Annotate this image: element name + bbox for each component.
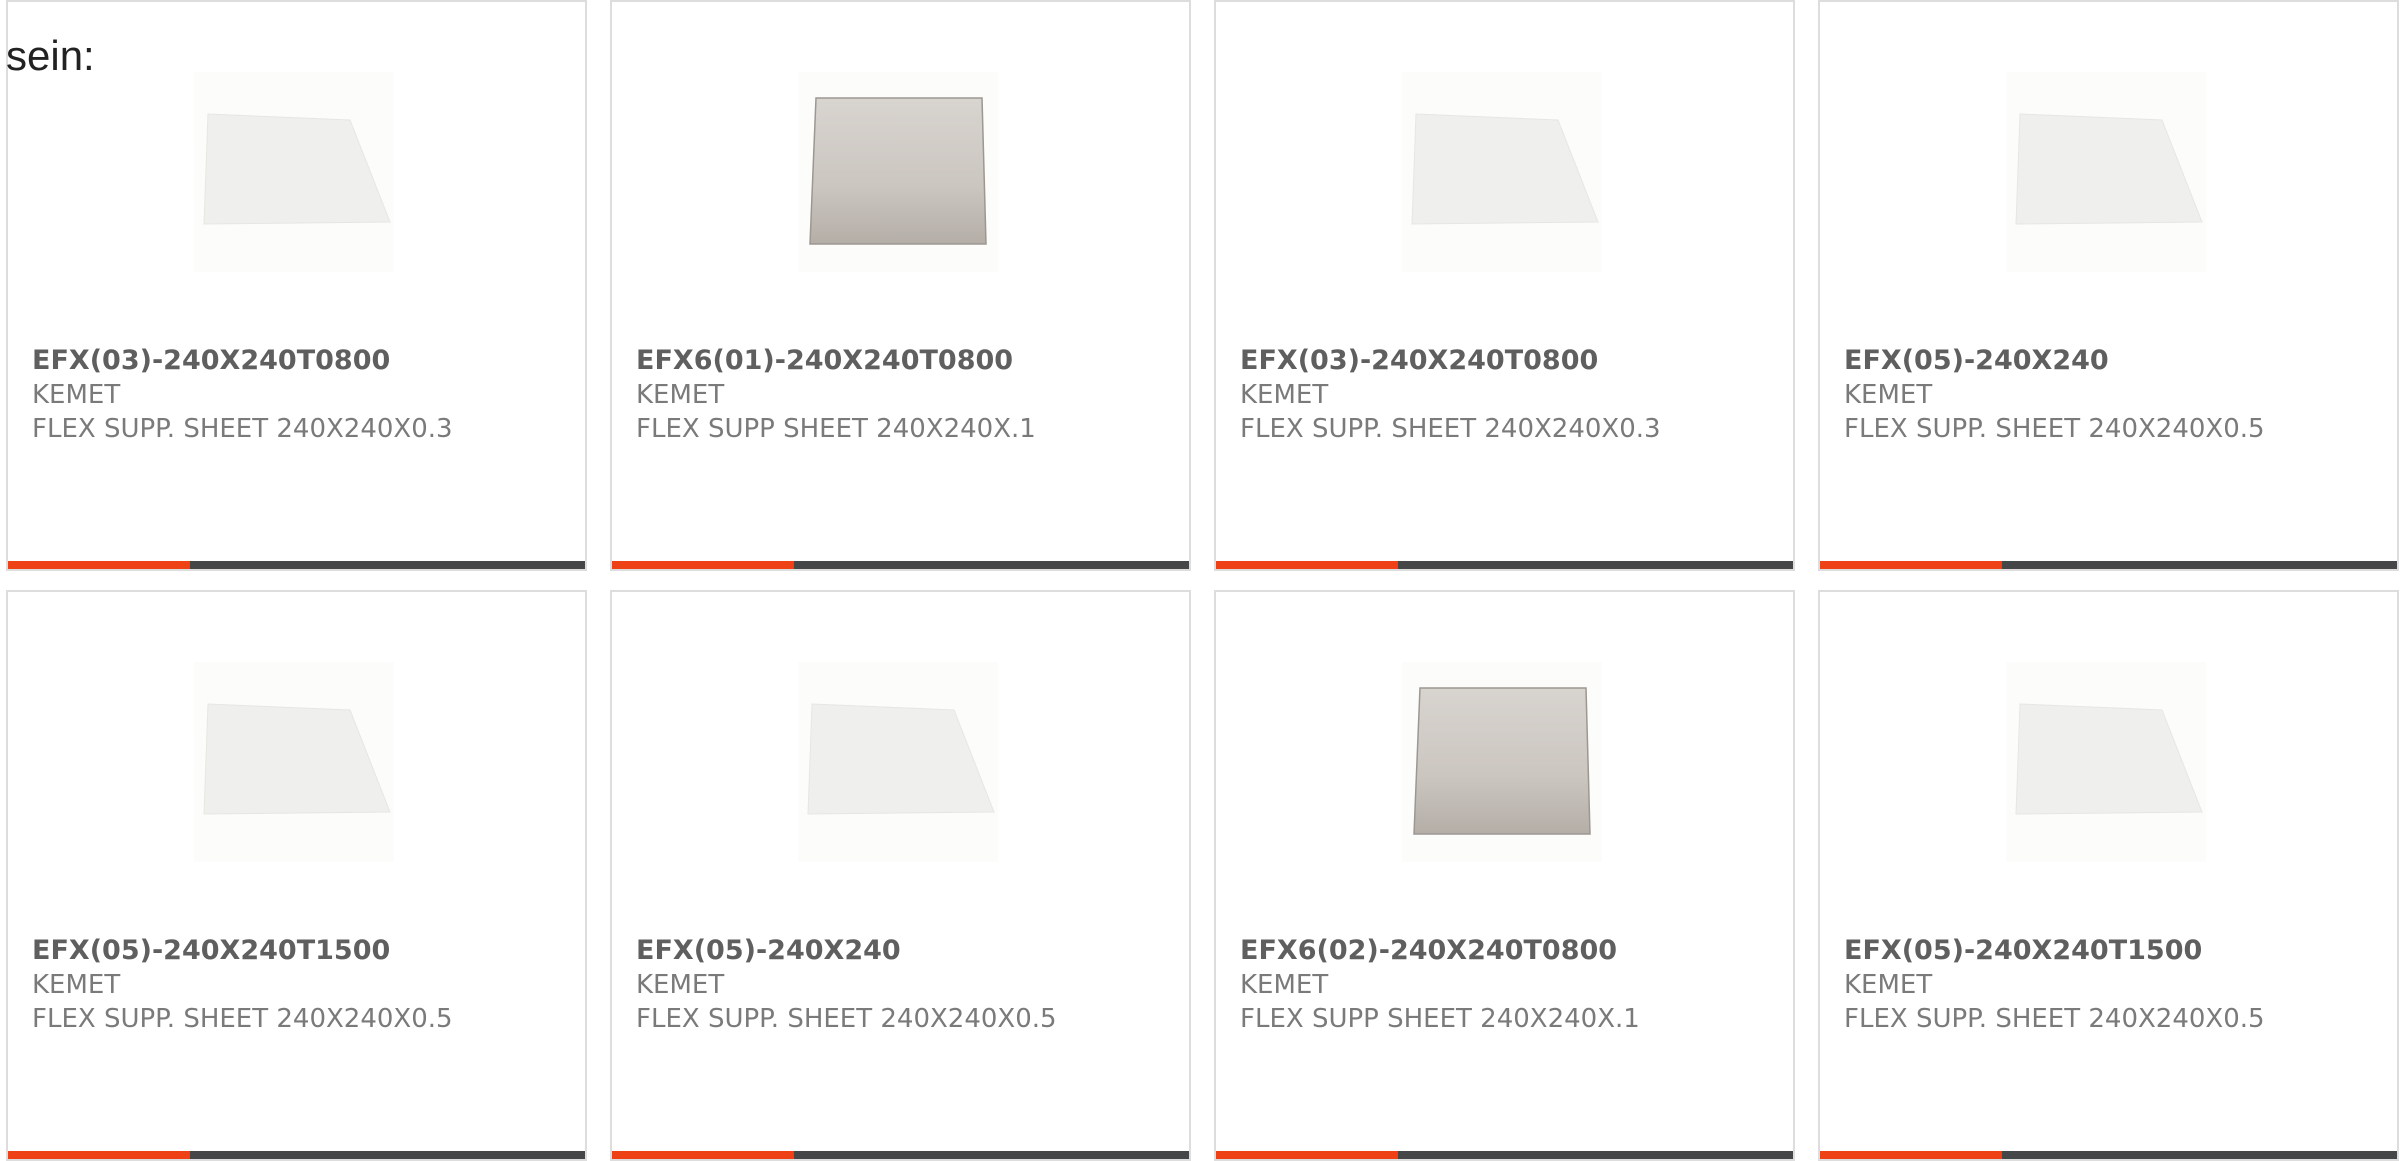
product-info: EFX6(01)-240X240T0800 KEMET FLEX SUPP SH… [636, 344, 1179, 446]
part-number[interactable]: EFX(03)-240X240T0800 [1240, 344, 1783, 378]
manufacturer: KEMET [636, 380, 725, 410]
manufacturer: KEMET [32, 380, 121, 410]
part-number[interactable]: EFX(05)-240X240 [636, 934, 1179, 968]
gray-flex-sheet-icon [809, 97, 987, 245]
white-flex-sheet-icon [1411, 113, 1599, 225]
card-footer-bar [612, 561, 1189, 569]
product-card[interactable]: EFX6(02)-240X240T0800 KEMET FLEX SUPP SH… [1214, 590, 1795, 1161]
product-info: EFX6(02)-240X240T0800 KEMET FLEX SUPP SH… [1240, 934, 1783, 1036]
part-number[interactable]: EFX(05)-240X240T1500 [1844, 934, 2387, 968]
product-info: EFX(05)-240X240T1500 KEMET FLEX SUPP. SH… [32, 934, 575, 1036]
manufacturer: KEMET [32, 970, 121, 1000]
product-info: EFX(05)-240X240 KEMET FLEX SUPP. SHEET 2… [1844, 344, 2387, 446]
manufacturer: KEMET [1844, 380, 1933, 410]
product-card[interactable]: EFX6(01)-240X240T0800 KEMET FLEX SUPP SH… [610, 0, 1191, 571]
part-number[interactable]: EFX6(01)-240X240T0800 [636, 344, 1179, 378]
card-footer-bar [612, 1151, 1189, 1159]
product-card[interactable]: EFX(05)-240X240 KEMET FLEX SUPP. SHEET 2… [1818, 0, 2399, 571]
card-accent-bar [612, 561, 794, 569]
product-card[interactable]: EFX(03)-240X240T0800 KEMET FLEX SUPP. SH… [6, 0, 587, 571]
product-image [798, 72, 998, 272]
card-footer-bar [8, 561, 585, 569]
intro-text: sein: [6, 32, 95, 79]
card-footer-bar [1820, 1151, 2397, 1159]
part-number[interactable]: EFX(05)-240X240 [1844, 344, 2387, 378]
product-image [798, 662, 998, 862]
product-description: FLEX SUPP. SHEET 240X240X0.5 [636, 1004, 1057, 1034]
product-description: FLEX SUPP. SHEET 240X240X0.5 [1844, 1004, 2265, 1034]
card-footer-bar [1820, 561, 2397, 569]
white-flex-sheet-icon [203, 113, 391, 225]
card-footer-bar [1216, 561, 1793, 569]
product-description: FLEX SUPP. SHEET 240X240X0.5 [1844, 414, 2265, 444]
card-accent-bar [8, 561, 190, 569]
product-image [1402, 72, 1602, 272]
white-flex-sheet-icon [203, 703, 391, 815]
part-number[interactable]: EFX6(02)-240X240T0800 [1240, 934, 1783, 968]
manufacturer: KEMET [1240, 970, 1329, 1000]
product-card[interactable]: EFX(03)-240X240T0800 KEMET FLEX SUPP. SH… [1214, 0, 1795, 571]
product-image [2006, 72, 2206, 272]
product-image [194, 662, 394, 862]
product-info: EFX(03)-240X240T0800 KEMET FLEX SUPP. SH… [32, 344, 575, 446]
product-card[interactable]: EFX(05)-240X240 KEMET FLEX SUPP. SHEET 2… [610, 590, 1191, 1161]
white-flex-sheet-icon [807, 703, 995, 815]
product-info: EFX(03)-240X240T0800 KEMET FLEX SUPP. SH… [1240, 344, 1783, 446]
card-accent-bar [1820, 561, 2002, 569]
white-flex-sheet-icon [2015, 703, 2203, 815]
product-grid: EFX(03)-240X240T0800 KEMET FLEX SUPP. SH… [6, 0, 2400, 1161]
product-card[interactable]: EFX(05)-240X240T1500 KEMET FLEX SUPP. SH… [1818, 590, 2399, 1161]
product-description: FLEX SUPP. SHEET 240X240X0.3 [1240, 414, 1661, 444]
product-description: FLEX SUPP SHEET 240X240X.1 [1240, 1004, 1640, 1034]
card-footer-bar [8, 1151, 585, 1159]
product-card[interactable]: EFX(05)-240X240T1500 KEMET FLEX SUPP. SH… [6, 590, 587, 1161]
gray-flex-sheet-icon [1413, 687, 1591, 835]
part-number[interactable]: EFX(03)-240X240T0800 [32, 344, 575, 378]
product-image [1402, 662, 1602, 862]
card-accent-bar [1216, 1151, 1398, 1159]
card-accent-bar [1820, 1151, 2002, 1159]
product-description: FLEX SUPP. SHEET 240X240X0.5 [32, 1004, 453, 1034]
manufacturer: KEMET [1240, 380, 1329, 410]
product-image [194, 72, 394, 272]
product-info: EFX(05)-240X240 KEMET FLEX SUPP. SHEET 2… [636, 934, 1179, 1036]
manufacturer: KEMET [636, 970, 725, 1000]
card-accent-bar [8, 1151, 190, 1159]
product-image [2006, 662, 2206, 862]
card-accent-bar [1216, 561, 1398, 569]
product-info: EFX(05)-240X240T1500 KEMET FLEX SUPP. SH… [1844, 934, 2387, 1036]
card-footer-bar [1216, 1151, 1793, 1159]
manufacturer: KEMET [1844, 970, 1933, 1000]
card-accent-bar [612, 1151, 794, 1159]
product-description: FLEX SUPP. SHEET 240X240X0.3 [32, 414, 453, 444]
product-description: FLEX SUPP SHEET 240X240X.1 [636, 414, 1036, 444]
white-flex-sheet-icon [2015, 113, 2203, 225]
part-number[interactable]: EFX(05)-240X240T1500 [32, 934, 575, 968]
